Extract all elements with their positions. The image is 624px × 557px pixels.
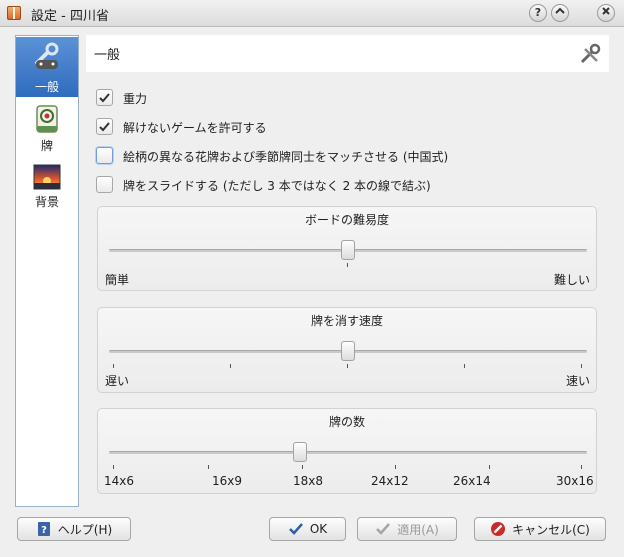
svg-text:?: ?: [41, 525, 47, 536]
sidebar-item-label: 一般: [34, 80, 59, 94]
slider-tick: [464, 364, 465, 368]
cancel-button[interactable]: キャンセル(C): [474, 517, 606, 541]
speed-group: 牌を消す速度 遅い 速い: [97, 307, 597, 393]
help-button-label: ヘルプ(H): [57, 522, 113, 537]
check-icon: [376, 523, 391, 535]
slider-tick: [302, 465, 303, 469]
checkbox-label: 牌をスライドする (ただし 3 本ではなく 2 本の線で結ぶ): [123, 179, 431, 193]
cancel-button-label: キャンセル(C): [512, 522, 590, 537]
apply-button[interactable]: 適用(A): [357, 517, 457, 541]
sidebar-item-label: 背景: [34, 195, 59, 209]
tile-count-slider-track[interactable]: [109, 451, 587, 454]
apply-button-label: 適用(A): [397, 522, 439, 537]
speed-slider-handle[interactable]: [341, 341, 355, 361]
close-button[interactable]: [597, 4, 615, 22]
help-button[interactable]: ? ヘルプ(H): [17, 517, 131, 541]
slider-tick: [208, 465, 209, 469]
checkbox-box[interactable]: [96, 89, 113, 106]
sidebar-item-background[interactable]: 背景: [16, 162, 78, 218]
tick-label: 24x12: [371, 474, 409, 488]
slider-tick: [113, 465, 114, 469]
difficulty-max-label: 難しい: [553, 273, 590, 287]
tick-label: 30x16: [556, 474, 594, 488]
checkbox-label: 解けないゲームを許可する: [123, 121, 267, 135]
tile-count-slider-handle[interactable]: [293, 442, 307, 462]
difficulty-min-label: 簡単: [105, 273, 130, 287]
slider-tick: [581, 364, 582, 368]
checkbox-label: 絵柄の異なる花牌および季節牌同士をマッチさせる (中国式): [123, 150, 449, 164]
check-icon: [99, 122, 110, 132]
mahjong-tile-icon: [36, 105, 58, 133]
landscape-icon: [33, 164, 61, 190]
group-title: ボードの難易度: [304, 213, 389, 227]
checkbox-box[interactable]: [96, 147, 113, 164]
tick-label: 14x6: [104, 474, 135, 488]
slider-tick: [581, 465, 582, 469]
page-sidebar: 一般 牌 背景: [15, 35, 79, 507]
tools-icon: [580, 43, 601, 64]
checkbox-label: 重力: [123, 92, 148, 106]
kshisen-app-icon[interactable]: [7, 6, 21, 20]
difficulty-group: ボードの難易度 簡単 難しい: [97, 206, 597, 291]
sidebar-item-general[interactable]: 一般: [16, 37, 78, 97]
ok-button-label: OK: [309, 522, 328, 536]
ok-button[interactable]: OK: [269, 517, 346, 541]
cancel-icon: [491, 522, 506, 536]
tile-count-group: 牌の数 14x6 16x9 18x8 24x12 26x14 30x16: [97, 408, 597, 494]
slider-tick: [230, 364, 231, 368]
page-header: 一般: [86, 35, 609, 72]
help-context-button[interactable]: ?: [529, 4, 547, 22]
check-icon: [288, 523, 303, 535]
title-bar[interactable]: 設定 - 四川省 ?: [0, 0, 624, 27]
help-book-icon: ?: [37, 522, 50, 536]
group-title: 牌の数: [328, 415, 365, 429]
tick-label: 18x8: [293, 474, 324, 488]
close-icon: [602, 7, 610, 15]
tools-gamepad-icon: [34, 42, 59, 69]
speed-min-label: 遅い: [105, 374, 130, 388]
sidebar-item-label: 牌: [40, 139, 53, 153]
slider-tick: [347, 364, 348, 368]
slider-tick: [489, 465, 490, 469]
tick-label: 26x14: [453, 474, 491, 488]
window-title: 設定 - 四川省: [31, 9, 109, 24]
slider-tick: [113, 364, 114, 368]
page-title: 一般: [94, 48, 121, 63]
slider-tick: [395, 465, 396, 469]
slider-tick: [347, 263, 348, 267]
sidebar-item-tiles[interactable]: 牌: [16, 102, 78, 158]
check-icon: [99, 93, 110, 103]
chevron-up-icon: [555, 7, 565, 14]
speed-max-label: 速い: [565, 374, 590, 388]
shade-button[interactable]: [551, 4, 569, 22]
tick-label: 16x9: [212, 474, 243, 488]
group-title: 牌を消す速度: [310, 314, 383, 328]
difficulty-slider-handle[interactable]: [341, 240, 355, 260]
checkbox-box[interactable]: [96, 118, 113, 135]
checkbox-box[interactable]: [96, 176, 113, 193]
